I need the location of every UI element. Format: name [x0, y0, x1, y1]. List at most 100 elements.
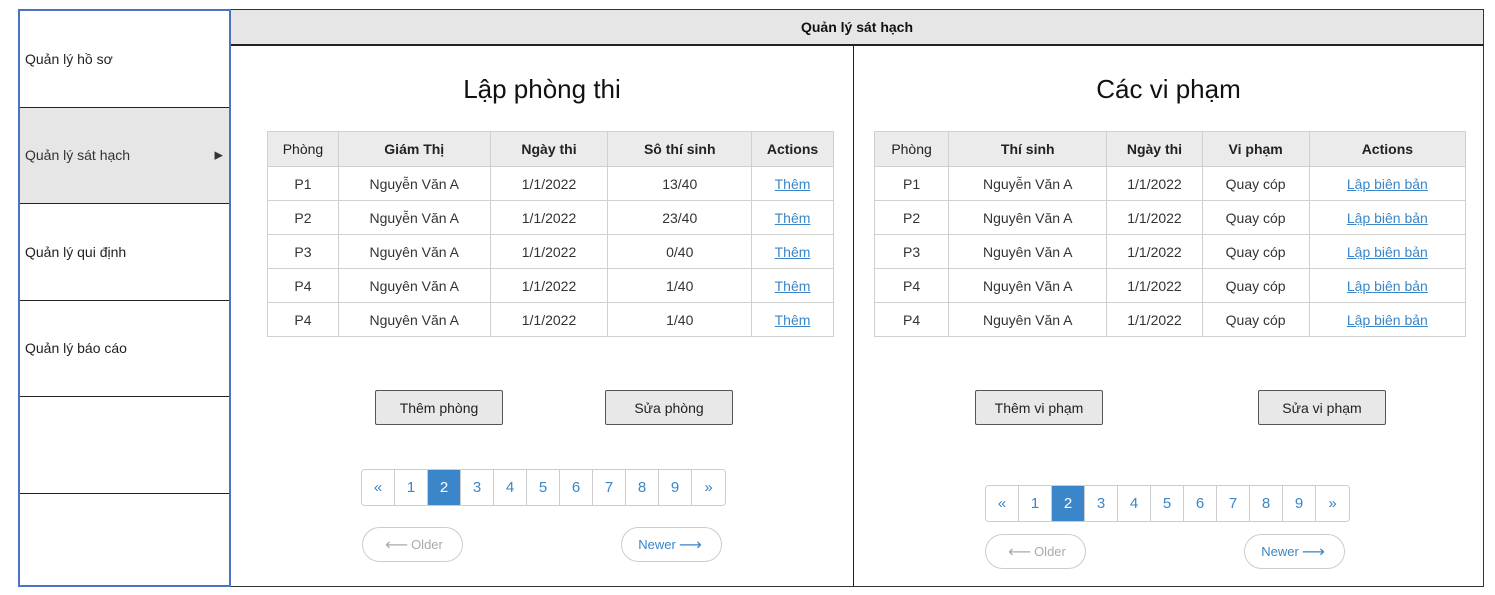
pagination: « 1 2 3 4 5 6 7 8 9 »	[361, 469, 726, 506]
edit-violation-button[interactable]: Sửa vi phạm	[1258, 390, 1386, 425]
cell-actions: Lập biên bản	[1308, 234, 1467, 269]
sidebar-item-empty-2[interactable]	[20, 494, 229, 591]
cell-actions: Thêm	[751, 200, 834, 235]
add-link[interactable]: Thêm	[775, 278, 811, 294]
cell-date: 1/1/2022	[489, 200, 609, 235]
create-report-link[interactable]: Lập biên bản	[1347, 210, 1428, 226]
page-prev[interactable]: «	[986, 486, 1019, 521]
cell-date: 1/1/2022	[1106, 234, 1203, 269]
page-link[interactable]: 1	[1019, 486, 1052, 521]
violations-table: Phòng Thí sinh Ngày thi Vi phạm Actions …	[873, 131, 1467, 337]
cell-actions: Lập biên bản	[1308, 268, 1467, 303]
cell-room: P2	[873, 200, 950, 235]
page-link[interactable]: 3	[1085, 486, 1118, 521]
table-row: P1 Nguyễn Văn A 1/1/2022 13/40 Thêm	[267, 166, 834, 201]
cell-candidate: Nguyên Văn A	[948, 234, 1108, 269]
cell-count: 13/40	[607, 166, 753, 201]
cell-supervisor: Nguyễn Văn A	[337, 200, 491, 235]
cell-actions: Thêm	[751, 302, 834, 337]
cell-date: 1/1/2022	[489, 166, 609, 201]
page-link-active[interactable]: 2	[1052, 486, 1085, 521]
cell-actions: Thêm	[751, 166, 834, 201]
sidebar-item-label: Quản lý báo cáo	[25, 340, 127, 357]
sidebar-item-sat-hach[interactable]: Quản lý sát hạch ▶	[20, 107, 229, 204]
cell-room: P4	[873, 302, 950, 337]
column-header: Actions	[1308, 131, 1467, 167]
cell-violation: Quay cóp	[1201, 166, 1310, 201]
column-header: Thí sinh	[948, 131, 1108, 167]
sidebar: Quản lý hồ sơ Quản lý sát hạch ▶ Quản lý…	[18, 9, 231, 587]
newer-button[interactable]: Newer ⟶	[1244, 534, 1345, 569]
cell-count: 0/40	[607, 234, 753, 269]
create-report-link[interactable]: Lập biên bản	[1347, 244, 1428, 260]
page-link[interactable]: 8	[1250, 486, 1283, 521]
page-link[interactable]: 9	[1283, 486, 1316, 521]
table-row: P4 Nguyên Văn A 1/1/2022 1/40 Thêm	[267, 268, 834, 303]
sidebar-item-label: Quản lý hồ sơ	[25, 50, 113, 67]
older-button[interactable]: ⟵ Older	[362, 527, 463, 562]
sidebar-item-empty-1[interactable]	[20, 397, 229, 494]
sidebar-item-ho-so[interactable]: Quản lý hồ sơ	[20, 11, 229, 108]
column-header: Actions	[751, 131, 834, 167]
cell-candidate: Nguyên Văn A	[948, 302, 1108, 337]
arrow-right-icon: ⟶	[1301, 543, 1325, 561]
column-header: Phòng	[873, 131, 950, 167]
page-link[interactable]: 4	[494, 470, 527, 505]
add-violation-button[interactable]: Thêm vi phạm	[975, 390, 1103, 425]
cell-count: 1/40	[607, 268, 753, 303]
arrow-right-icon: ⟶	[678, 536, 702, 554]
page-prev[interactable]: «	[362, 470, 395, 505]
older-label: Older	[1034, 544, 1066, 559]
table-row: P3 Nguyên Văn A 1/1/2022 Quay cóp Lập bi…	[873, 234, 1467, 269]
create-report-link[interactable]: Lập biên bản	[1347, 312, 1428, 328]
add-room-button[interactable]: Thêm phòng	[375, 390, 503, 425]
table-row: P4 Nguyên Văn A 1/1/2022 1/40 Thêm	[267, 302, 834, 337]
page-link[interactable]: 5	[527, 470, 560, 505]
column-header: Phòng	[267, 131, 339, 167]
cell-supervisor: Nguyên Văn A	[337, 268, 491, 303]
page-link[interactable]: 4	[1118, 486, 1151, 521]
page-link-active[interactable]: 2	[428, 470, 461, 505]
page-link[interactable]: 9	[659, 470, 692, 505]
cell-date: 1/1/2022	[1106, 200, 1203, 235]
add-link[interactable]: Thêm	[775, 244, 811, 260]
page-link[interactable]: 6	[560, 470, 593, 505]
page-next[interactable]: »	[692, 470, 725, 505]
cell-actions: Thêm	[751, 234, 834, 269]
cell-room: P3	[267, 234, 339, 269]
arrow-left-icon: ⟵	[385, 536, 409, 554]
table-row: P2 Nguyễn Văn A 1/1/2022 23/40 Thêm	[267, 200, 834, 235]
page-link[interactable]: 7	[593, 470, 626, 505]
older-button[interactable]: ⟵ Older	[985, 534, 1086, 569]
add-link[interactable]: Thêm	[775, 176, 811, 192]
column-header: Ngày thi	[489, 131, 609, 167]
column-header: Vi phạm	[1201, 131, 1310, 167]
create-report-link[interactable]: Lập biên bản	[1347, 176, 1428, 192]
cell-date: 1/1/2022	[1106, 166, 1203, 201]
sidebar-item-label: Quản lý qui định	[25, 243, 127, 260]
page-link[interactable]: 5	[1151, 486, 1184, 521]
panel-title: Các vi phạm	[1096, 74, 1241, 104]
page-link[interactable]: 7	[1217, 486, 1250, 521]
newer-button[interactable]: Newer ⟶	[621, 527, 722, 562]
page-title: Quản lý sát hạch	[800, 19, 914, 35]
cell-actions: Lập biên bản	[1308, 166, 1467, 201]
cell-date: 1/1/2022	[489, 268, 609, 303]
create-report-link[interactable]: Lập biên bản	[1347, 278, 1428, 294]
page-next[interactable]: »	[1316, 486, 1349, 521]
table-row: P2 Nguyên Văn A 1/1/2022 Quay cóp Lập bi…	[873, 200, 1467, 235]
add-link[interactable]: Thêm	[775, 312, 811, 328]
page-link[interactable]: 3	[461, 470, 494, 505]
sidebar-item-bao-cao[interactable]: Quản lý báo cáo	[20, 301, 229, 397]
table-row: P1 Nguyễn Văn A 1/1/2022 Quay cóp Lập bi…	[873, 166, 1467, 201]
cell-date: 1/1/2022	[489, 302, 609, 337]
edit-room-button[interactable]: Sửa phòng	[605, 390, 733, 425]
sidebar-item-qui-dinh[interactable]: Quản lý qui định	[20, 204, 229, 301]
cell-room: P4	[267, 302, 339, 337]
violations-panel: Các vi phạm Phòng Thí sinh Ngày thi Vi p…	[854, 46, 1483, 587]
cell-room: P4	[267, 268, 339, 303]
add-link[interactable]: Thêm	[775, 210, 811, 226]
page-link[interactable]: 8	[626, 470, 659, 505]
page-link[interactable]: 6	[1184, 486, 1217, 521]
page-link[interactable]: 1	[395, 470, 428, 505]
